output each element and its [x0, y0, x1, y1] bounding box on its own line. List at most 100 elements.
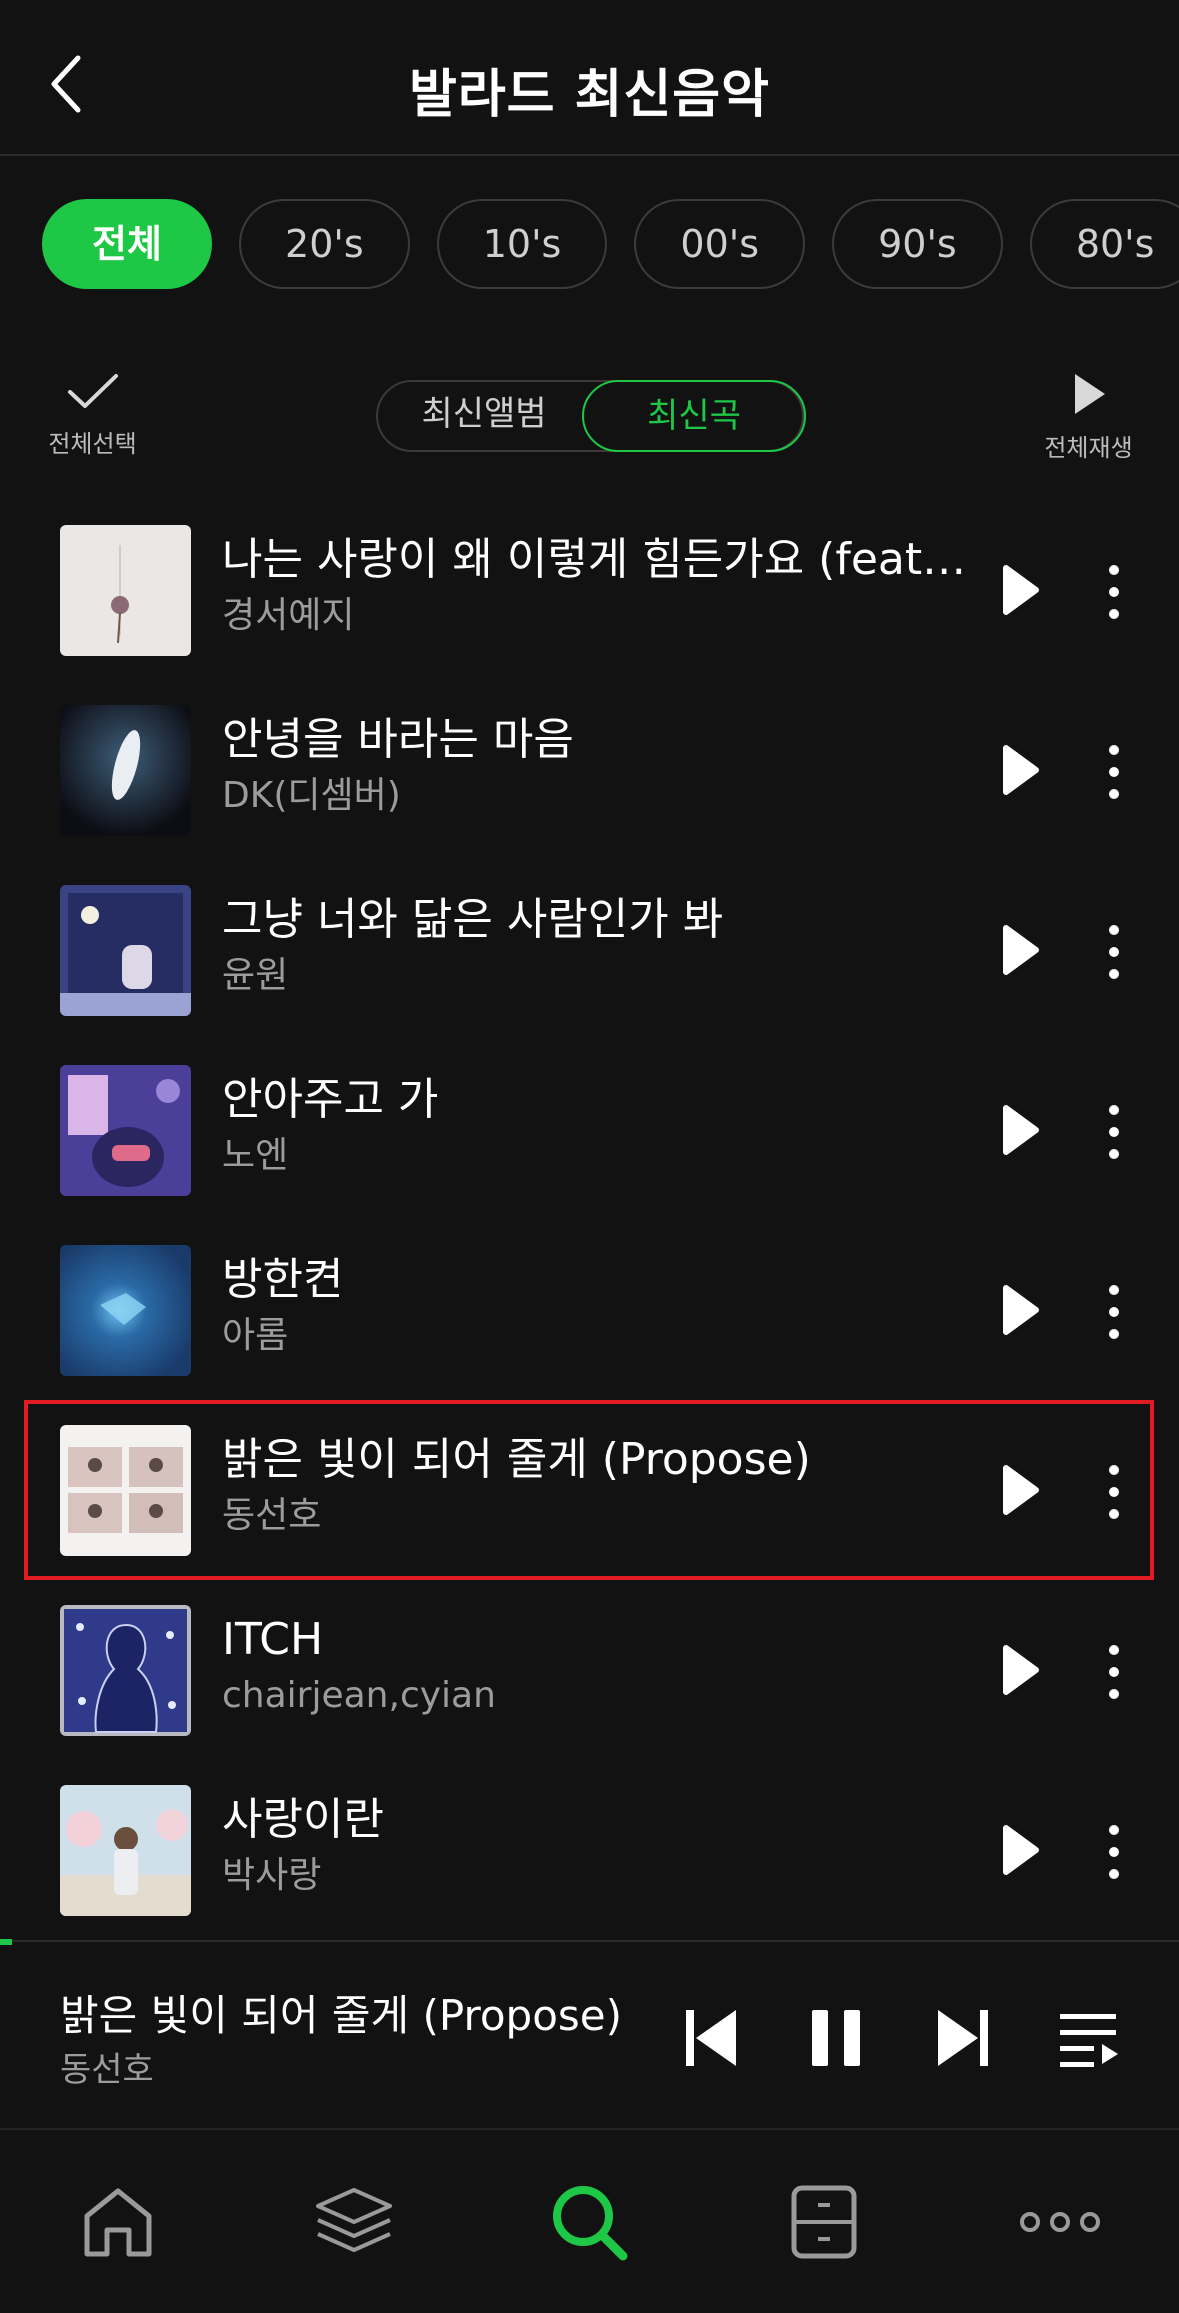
play-icon: [1003, 925, 1039, 975]
song-title: 안녕을 바라는 마음: [222, 714, 574, 765]
play-button[interactable]: [996, 1278, 1044, 1342]
select-all-button[interactable]: 전체선택: [40, 372, 145, 459]
more-vertical-icon: [1109, 745, 1119, 799]
play-icon: [1003, 1465, 1039, 1515]
more-options-button[interactable]: [1097, 562, 1131, 622]
more-options-button[interactable]: [1097, 1462, 1131, 1522]
now-playing-bar[interactable]: 밝은 빛이 되어 줄게 (Propose) 동선호: [0, 1939, 1179, 2128]
playlist-icon: [1060, 2014, 1118, 2067]
play-icon: [1074, 374, 1105, 414]
filter-chip-80s[interactable]: 80's: [1029, 199, 1179, 289]
more-options-button[interactable]: [1097, 742, 1131, 802]
more-options-button[interactable]: [1097, 1822, 1131, 1882]
bottom-tab-bar: [0, 2128, 1179, 2313]
song-artist: 경서예지: [222, 595, 355, 636]
song-artist: 동선호: [222, 1495, 322, 1536]
song-title: 밝은 빛이 되어 줄게 (Propose): [222, 1434, 811, 1485]
pause-button[interactable]: [810, 2008, 862, 2072]
tab-more[interactable]: [1000, 2172, 1120, 2272]
album-art: [60, 1785, 191, 1916]
play-button[interactable]: [996, 918, 1044, 982]
more-vertical-icon: [1109, 925, 1119, 979]
song-title: 나는 사랑이 왜 이렇게 힘든가요 (feat.전…: [222, 534, 974, 585]
album-art: [60, 525, 191, 656]
now-playing-artist: 동선호: [60, 2050, 154, 2090]
select-all-label: 전체선택: [48, 430, 137, 458]
tab-home[interactable]: [58, 2172, 178, 2272]
song-artist: 노엔: [222, 1135, 289, 1176]
previous-button[interactable]: [684, 2008, 738, 2072]
song-title: ITCH: [222, 1614, 324, 1665]
play-button[interactable]: [996, 558, 1044, 622]
more-vertical-icon: [1109, 1825, 1119, 1879]
song-list: 나는 사랑이 왜 이렇게 힘든가요 (feat.전… 경서예지 안녕을 바라는 …: [0, 500, 1179, 1940]
list-item[interactable]: 안녕을 바라는 마음 DK(디셈버): [0, 680, 1179, 860]
more-options-button[interactable]: [1097, 922, 1131, 982]
play-all-label: 전체재생: [1044, 434, 1133, 462]
list-item[interactable]: 사랑이란 박사랑: [0, 1760, 1179, 1940]
list-item[interactable]: 안아주고 가 노엔: [0, 1040, 1179, 1220]
tab-search[interactable]: [529, 2172, 649, 2272]
checkmark-icon: [67, 374, 118, 408]
play-icon: [1003, 565, 1039, 615]
play-button[interactable]: [996, 1458, 1044, 1522]
list-item[interactable]: 방한켠 아롬: [0, 1220, 1179, 1400]
play-button[interactable]: [996, 738, 1044, 802]
list-item-highlighted[interactable]: 밝은 빛이 되어 줄게 (Propose) 동선호: [24, 1400, 1154, 1580]
more-vertical-icon: [1109, 1285, 1119, 1339]
more-vertical-icon: [1109, 1105, 1119, 1159]
tab-latest-albums[interactable]: 최신앨범: [376, 380, 592, 452]
play-button[interactable]: [996, 1818, 1044, 1882]
more-vertical-icon: [1109, 565, 1119, 619]
album-art: [60, 1605, 191, 1736]
more-options-button[interactable]: [1097, 1642, 1131, 1702]
play-icon: [1003, 1645, 1039, 1695]
tab-storage[interactable]: [764, 2172, 884, 2272]
skip-next-icon: [938, 2010, 988, 2066]
album-art: [60, 1425, 191, 1556]
list-item[interactable]: ITCH chairjean,cyian: [0, 1580, 1179, 1760]
home-icon: [84, 2188, 152, 2257]
more-vertical-icon: [1109, 1465, 1119, 1519]
playback-progress[interactable]: [0, 1939, 12, 1945]
song-artist: DK(디셈버): [222, 775, 401, 816]
more-options-button[interactable]: [1097, 1282, 1131, 1342]
song-artist: 박사랑: [222, 1855, 322, 1896]
song-title: 그냥 너와 닮은 사람인가 봐: [222, 894, 724, 945]
tab-latest-songs[interactable]: 최신곡: [582, 380, 806, 452]
song-artist: 윤원: [222, 955, 289, 996]
next-button[interactable]: [936, 2008, 990, 2072]
more-icon: [1020, 2212, 1100, 2232]
play-icon: [1003, 1825, 1039, 1875]
filter-chip-10s[interactable]: 10's: [436, 199, 608, 289]
filter-chip-20s[interactable]: 20's: [239, 199, 410, 289]
play-all-button[interactable]: 전체재생: [1036, 372, 1141, 463]
song-title: 사랑이란: [222, 1794, 384, 1845]
filter-chip-90s[interactable]: 90's: [832, 199, 1003, 289]
play-icon: [1003, 1285, 1039, 1335]
filter-chip-00s[interactable]: 00's: [634, 199, 806, 289]
song-artist: 아롬: [222, 1315, 289, 1356]
playlist-button[interactable]: [1058, 2012, 1120, 2072]
song-title: 방한켠: [222, 1254, 344, 1305]
list-item[interactable]: 나는 사랑이 왜 이렇게 힘든가요 (feat.전… 경서예지: [0, 500, 1179, 680]
now-playing-title: 밝은 빛이 되어 줄게 (Propose): [60, 1991, 623, 2040]
album-art: [60, 1065, 191, 1196]
era-filter-bar: 전체 20's 10's 00's 90's 80's: [42, 199, 1179, 291]
pause-icon: [812, 2010, 860, 2066]
list-item[interactable]: 그냥 너와 닮은 사람인가 봐 윤원: [0, 860, 1179, 1040]
play-icon: [1003, 745, 1039, 795]
layers-icon: [316, 2188, 392, 2252]
header: 발라드 최신음악: [0, 0, 1179, 156]
filter-chip-all[interactable]: 전체: [42, 199, 212, 289]
album-art: [60, 885, 191, 1016]
drawer-icon: [791, 2185, 857, 2259]
page-title: 발라드 최신음악: [409, 65, 770, 125]
tab-library[interactable]: [294, 2172, 414, 2272]
play-button[interactable]: [996, 1098, 1044, 1162]
song-title: 안아주고 가: [222, 1074, 439, 1125]
play-button[interactable]: [996, 1638, 1044, 1702]
search-icon: [553, 2186, 628, 2261]
album-song-toggle: 최신앨범 최신곡: [376, 380, 806, 452]
more-options-button[interactable]: [1097, 1102, 1131, 1162]
